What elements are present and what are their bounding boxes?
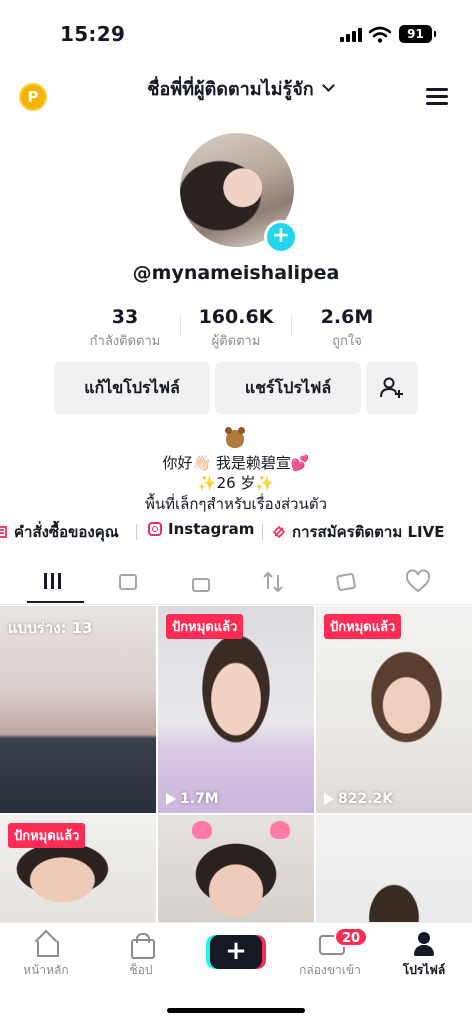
- likes-stat[interactable]: 2.6M ถูกใจ: [292, 306, 402, 351]
- pinned-badge: ปักหมุดแล้ว: [324, 614, 402, 639]
- followers-label: ผู้ติดตาม: [211, 334, 261, 349]
- instagram-link[interactable]: Instagram: [148, 520, 254, 538]
- private-lock-icon[interactable]: [186, 569, 216, 595]
- video-tile[interactable]: [158, 815, 314, 923]
- profile-stats: 33 กำลังติดตาม 160.6K ผู้ติดตาม 2.6M ถูก…: [70, 306, 402, 350]
- play-icon: [324, 793, 334, 805]
- nav-home-label: หน้าหลัก: [23, 963, 69, 977]
- nav-shop-label: ช็อป: [129, 963, 153, 977]
- add-story-plus-icon[interactable]: +: [264, 220, 298, 254]
- battery-indicator: 91: [399, 25, 436, 43]
- nav-shop[interactable]: ช็อป: [101, 931, 181, 980]
- following-label: กำลังติดตาม: [89, 334, 161, 349]
- following-stat[interactable]: 33 กำลังติดตาม: [70, 306, 180, 351]
- cellular-signal-icon: [340, 28, 362, 42]
- live-subscription-icon: [272, 525, 286, 539]
- video-tile[interactable]: [316, 815, 472, 923]
- username: @mynameishalipea: [132, 262, 340, 284]
- play-icon: [166, 793, 176, 805]
- add-person-icon: [380, 377, 403, 398]
- edit-profile-button[interactable]: แก้ไขโปรไฟล์: [54, 362, 210, 414]
- home-indicator: [167, 1008, 305, 1013]
- content-tabs: [0, 563, 472, 605]
- nav-inbox-label: กล่องขาเข้า: [299, 963, 361, 977]
- profile-icon: [411, 931, 437, 957]
- view-count: 1.7M: [166, 791, 219, 807]
- view-count: 822.2K: [324, 791, 393, 807]
- inbox-badge: 20: [334, 927, 369, 947]
- chevron-down-icon: [321, 78, 335, 92]
- link-separator: [136, 524, 137, 540]
- videos-grid-icon[interactable]: [41, 569, 71, 595]
- account-switcher[interactable]: ชื่อพี่ที่ผู้ติดตามไม่รู้จัก: [110, 74, 370, 102]
- wifi-icon: [369, 26, 391, 43]
- status-time: 15:29: [60, 22, 126, 46]
- followers-count: 160.6K: [198, 306, 274, 328]
- instagram-link-label: Instagram: [168, 520, 255, 538]
- favorites-icon[interactable]: [331, 569, 361, 595]
- bio-line: ✨26 岁✨: [197, 474, 275, 492]
- live-subscription-label: การสมัครติดตาม LIVE: [292, 523, 445, 541]
- likes-count: 2.6M: [320, 306, 374, 328]
- status-bar: 15:29 91: [0, 0, 472, 66]
- shop-bag-icon[interactable]: [113, 569, 143, 595]
- pinned-badge: ปักหมุดแล้ว: [166, 614, 244, 639]
- profile-links: คำสั่งซื้อของคุณ Instagram การสมัครติดตา…: [0, 520, 472, 544]
- shop-icon: [128, 931, 155, 959]
- active-tab-indicator: [27, 601, 84, 603]
- coin-icon[interactable]: P: [19, 83, 47, 111]
- video-tile[interactable]: ปักหมุดแล้ว 1.7M: [158, 606, 314, 813]
- nav-home[interactable]: หน้าหลัก: [6, 931, 86, 980]
- video-tile[interactable]: ปักหมุดแล้ว: [0, 815, 156, 923]
- nav-profile-label: โปรไฟล์: [402, 963, 446, 977]
- orders-link[interactable]: คำสั่งซื้อของคุณ: [0, 520, 119, 544]
- order-icon: [0, 526, 7, 538]
- teddy-bear-icon: [225, 427, 245, 448]
- heart-sticker-icon: [270, 821, 290, 839]
- video-tile[interactable]: ปักหมุดแล้ว 822.2K: [316, 606, 472, 813]
- add-friend-button[interactable]: [366, 362, 418, 414]
- link-separator: [262, 524, 263, 540]
- following-count: 33: [111, 306, 139, 328]
- bio-line: 你好👋🏻 我是赖碧宣💕: [162, 454, 310, 472]
- pinned-badge: ปักหมุดแล้ว: [8, 823, 86, 848]
- bio-line: พื้นที่เล็กๆสำหรับเรื่องส่วนตัว: [144, 495, 328, 513]
- live-subscription-link[interactable]: การสมัครติดตาม LIVE: [272, 520, 444, 544]
- orders-link-label: คำสั่งซื้อของคุณ: [14, 523, 119, 541]
- instagram-icon: [148, 522, 162, 536]
- account-name: ชื่อพี่ที่ผู้ติดตามไม่รู้จัก: [147, 78, 314, 100]
- drafts-label: แบบร่าง: 13: [8, 619, 93, 637]
- reposts-icon[interactable]: [258, 569, 288, 595]
- home-icon: [33, 931, 59, 957]
- liked-icon[interactable]: [403, 569, 433, 595]
- create-button[interactable]: +: [210, 935, 262, 969]
- share-profile-button[interactable]: แชร์โปรไฟล์: [215, 362, 361, 414]
- video-tile-drafts[interactable]: แบบร่าง: 13: [0, 606, 156, 813]
- nav-profile[interactable]: โปรไฟล์: [384, 931, 464, 980]
- menu-icon[interactable]: [426, 88, 448, 106]
- heart-sticker-icon: [192, 821, 212, 839]
- followers-stat[interactable]: 160.6K ผู้ติดตาม: [181, 306, 291, 351]
- likes-label: ถูกใจ: [332, 334, 362, 349]
